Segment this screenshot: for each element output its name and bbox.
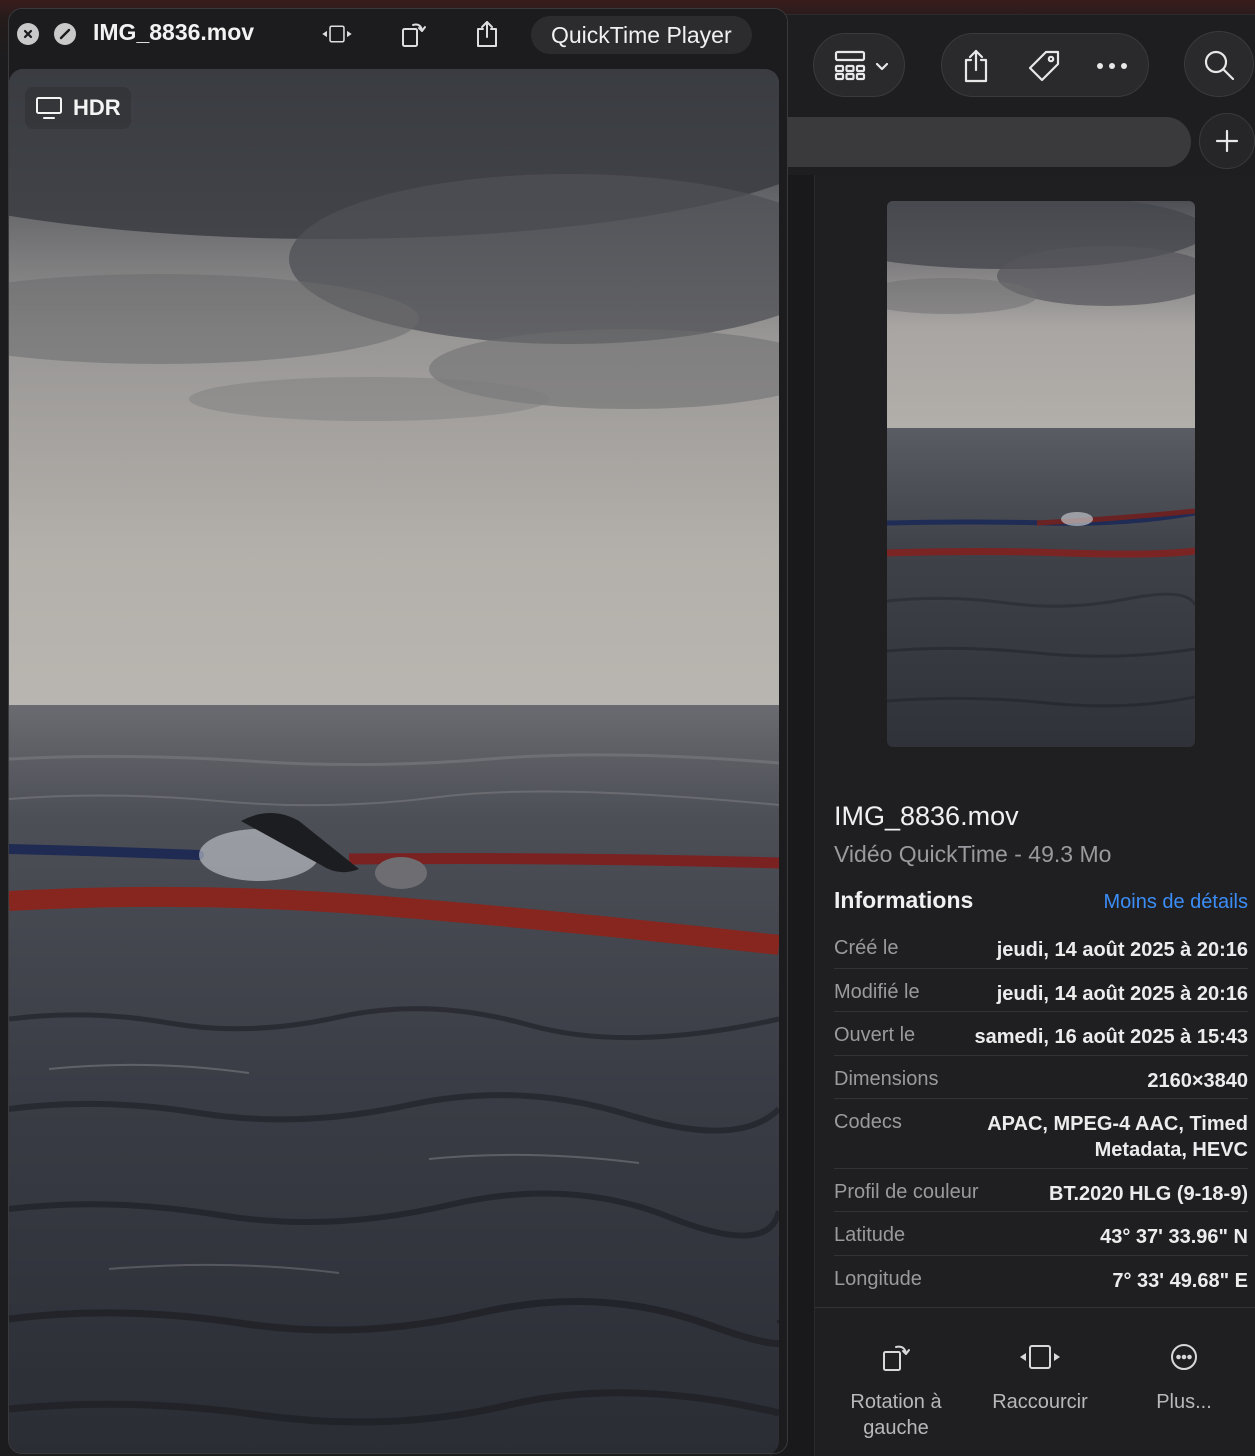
more-actions-label: Plus... [1156,1391,1212,1413]
metadata-value: BT.2020 HLG (9-18-9) [1049,1183,1248,1205]
metadata-key: Modifié le [834,981,920,1003]
rotate-left-icon [883,1345,910,1371]
metadata-row-codecs: Codecs APAC, MPEG-4 AAC, Timed Metadata,… [834,1099,1248,1169]
metadata-value: samedi, 16 août 2025 à 15:43 [974,1026,1249,1048]
metadata-value: 43° 37' 33.96" N [1100,1226,1248,1248]
metadata-row-latitude: Latitude 43° 37' 33.96" N [834,1212,1248,1256]
window-title: IMG_8836.mov [93,19,255,45]
video-player[interactable]: HDR [9,69,779,1453]
gallery-view-icon [830,48,870,82]
video-frame [9,69,779,1453]
metadata-key: Créé le [834,937,899,959]
rotate-toolbar-button[interactable] [397,19,431,49]
quicktime-window: IMG_8836.mov QuickTime Player HDR [8,8,788,1454]
metadata-row-dimensions: Dimensions 2160×3840 [834,1056,1248,1099]
more-button[interactable] [1092,46,1132,86]
trim-icon [1020,1345,1060,1369]
metadata-key: Codecs [834,1111,902,1133]
share-toolbar-button[interactable] [470,19,504,49]
display-icon [36,97,62,119]
more-actions-button[interactable]: Plus... [1119,1340,1249,1415]
tag-icon [1028,50,1060,82]
trim-label: Raccourcir [992,1391,1088,1413]
tag-button[interactable] [1024,46,1064,86]
trim-button[interactable]: Raccourcir [975,1340,1105,1415]
rotate-icon [402,23,426,47]
metadata-key: Dimensions [834,1068,939,1090]
divider [815,1307,1255,1308]
add-button[interactable] [1199,113,1255,169]
title-bar: IMG_8836.mov QuickTime Player [9,9,787,69]
metadata-row-modified: Modifié le jeudi, 14 août 2025 à 20:16 [834,969,1248,1012]
hdr-label: HDR [73,95,121,120]
metadata-key: Profil de couleur [834,1181,979,1203]
chevron-down-icon [872,56,892,76]
rotate-left-button[interactable]: Rotation à gauche [831,1340,961,1441]
metadata-value: jeudi, 14 août 2025 à 20:16 [996,939,1248,961]
more-circle-icon [1171,1344,1197,1370]
share-icon [964,49,988,83]
slash-circle-icon [59,28,71,40]
search-button[interactable] [1184,31,1254,97]
metadata-list: Créé le jeudi, 14 août 2025 à 20:16 Modi… [834,925,1248,1299]
file-kind-size: Vidéo QuickTime - 49.3 Mo [834,841,1112,867]
metadata-row-opened: Ouvert le samedi, 16 août 2025 à 15:43 [834,1012,1248,1056]
metadata-value: 2160×3840 [1147,1070,1248,1092]
path-bar[interactable] [771,117,1191,167]
trim-icon [322,25,352,43]
action-toolbar-group [941,33,1149,97]
close-button[interactable] [17,23,39,45]
metadata-row-color-profile: Profil de couleur BT.2020 HLG (9-18-9) [834,1169,1248,1212]
metadata-value: APAC, MPEG-4 AAC, Timed Metadata, HEVC [987,1113,1248,1161]
open-with-button[interactable]: QuickTime Player [531,16,752,54]
less-details-link[interactable]: Moins de détails [1103,891,1248,914]
metadata-row-longitude: Longitude 7° 33' 49.68" E [834,1256,1248,1299]
trim-toolbar-button[interactable] [320,19,354,49]
plus-icon [1215,129,1239,153]
file-name: IMG_8836.mov [834,801,1019,831]
share-icon [477,21,497,47]
info-section-title: Informations [834,887,974,913]
metadata-value: 7° 33' 49.68" E [1112,1270,1248,1292]
video-thumbnail[interactable] [887,201,1195,747]
close-icon [23,29,33,39]
preview-inspector: IMG_8836.mov Vidéo QuickTime - 49.3 Mo I… [815,175,1255,1456]
finder-window: IMG_8836.mov Vidéo QuickTime - 49.3 Mo I… [770,14,1255,1456]
metadata-key: Longitude [834,1268,922,1290]
view-mode-button[interactable] [813,33,905,97]
ellipsis-icon [1097,63,1127,69]
metadata-key: Latitude [834,1224,906,1246]
search-icon [1199,46,1239,84]
share-button[interactable] [956,46,996,86]
minimize-button[interactable] [54,23,76,45]
metadata-value: jeudi, 14 août 2025 à 20:16 [996,983,1248,1005]
metadata-key: Ouvert le [834,1024,916,1046]
rotate-left-label: Rotation à gauche [850,1391,942,1439]
hdr-badge: HDR [25,87,131,129]
finder-toolbar [771,15,1255,119]
metadata-row-created: Créé le jeudi, 14 août 2025 à 20:16 [834,925,1248,969]
